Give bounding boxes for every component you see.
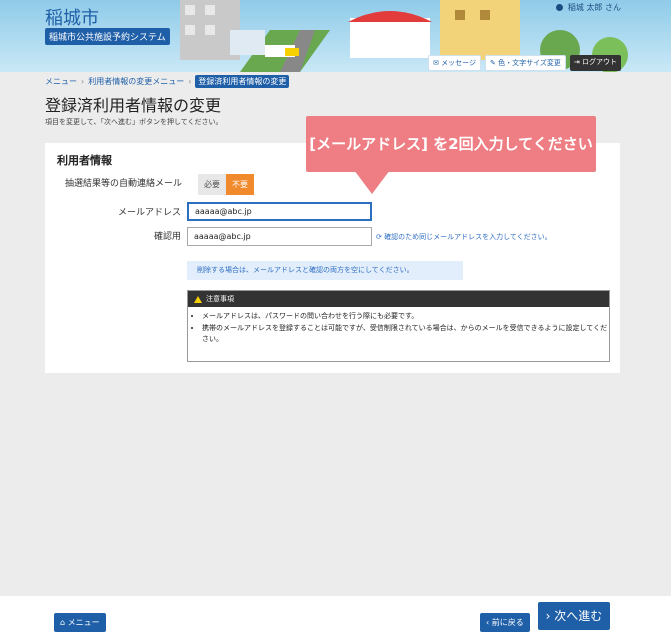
system-name-badge: 稲城市公共施設予約システム — [45, 28, 170, 45]
warning-icon — [194, 295, 202, 303]
toggle-need[interactable]: 必要 — [198, 174, 226, 195]
breadcrumb: メニュー › 利用者情報の変更メニュー › 登録済利用者情報の変更 — [45, 75, 290, 88]
user-icon — [556, 4, 564, 11]
confirm-email-input[interactable] — [187, 227, 372, 246]
callout-text: [メールアドレス] を2回入力してください — [309, 135, 593, 153]
breadcrumb-menu[interactable]: メニュー — [45, 76, 77, 87]
message-icon: ✉ — [433, 59, 442, 67]
caution-item: メールアドレスは、パスワードの問い合わせを行う際にも必要です。 — [202, 311, 609, 322]
notify-mail-label: 抽選結果等の自動連絡メール — [65, 179, 183, 189]
header-banner: 稲城市 稲城市公共施設予約システム 稲城 太郎 さん ✉ メッセージ ✎ 色・文… — [0, 0, 671, 72]
caution-item: 携帯のメールアドレスを登録することは可能ですが、受信制限されている場合は、からの… — [202, 323, 609, 345]
user-info: 稲城 太郎 さん — [556, 2, 621, 13]
breadcrumb-separator: › — [188, 77, 192, 86]
page-description: 項目を変更して、「次へ進む」ボタンを押してください。 — [45, 118, 223, 126]
notify-mail-toggle: 必要 不要 — [198, 174, 254, 195]
logout-label: ログアウト — [582, 58, 617, 66]
pen-icon: ✎ — [490, 59, 499, 67]
next-button-label: 次へ進む — [554, 609, 603, 623]
email-label: メールアドレス — [117, 208, 181, 218]
caution-list: メールアドレスは、パスワードの問い合わせを行う際にも必要です。 携帯のメールアド… — [188, 311, 609, 345]
refresh-icon: ⟳ — [376, 233, 385, 241]
callout-tail — [354, 170, 390, 194]
page-title: 登録済利用者情報の変更 — [45, 96, 222, 115]
delete-note: 削除する場合は、メールアドレスと確認の両方を空にしてください。 — [187, 261, 463, 280]
color-size-label: 色・文字サイズ変更 — [498, 59, 561, 67]
menu-button-label: メニュー — [67, 618, 100, 627]
instruction-callout: [メールアドレス] を2回入力してください — [306, 116, 596, 172]
chevron-right-icon: › — [545, 609, 555, 623]
logout-icon: ⇥ — [573, 58, 582, 66]
toggle-noneed[interactable]: 不要 — [226, 174, 254, 195]
section-title: 利用者情報 — [57, 154, 112, 167]
next-button[interactable]: › 次へ進む — [538, 602, 610, 630]
home-icon: ⌂ — [60, 618, 68, 627]
breadcrumb-user-info-menu[interactable]: 利用者情報の変更メニュー — [88, 76, 184, 87]
menu-button[interactable]: ⌂ メニュー — [54, 613, 106, 632]
confirm-hint-text: 確認のため同じメールアドレスを入力してください。 — [384, 233, 552, 241]
color-size-button[interactable]: ✎ 色・文字サイズ変更 — [485, 55, 566, 71]
caution-box: 注意事項 メールアドレスは、パスワードの問い合わせを行う際にも必要です。 携帯の… — [187, 290, 610, 362]
logout-button[interactable]: ⇥ ログアウト — [569, 55, 621, 71]
caution-header: 注意事項 — [188, 291, 609, 307]
header-toolbar: ✉ メッセージ ✎ 色・文字サイズ変更 ⇥ ログアウト — [428, 55, 621, 71]
confirm-label: 確認用 — [153, 232, 181, 242]
confirm-hint: ⟳ 確認のため同じメールアドレスを入力してください。 — [376, 232, 552, 242]
city-title: 稲城市 — [45, 8, 99, 29]
message-button[interactable]: ✉ メッセージ — [428, 55, 482, 71]
email-input[interactable] — [187, 202, 372, 221]
caution-title: 注意事項 — [206, 295, 234, 303]
breadcrumb-current: 登録済利用者情報の変更 — [195, 75, 290, 88]
user-name: 稲城 太郎 さん — [567, 3, 621, 12]
back-button[interactable]: ‹ 前に戻る — [480, 613, 530, 632]
message-label: メッセージ — [441, 59, 477, 67]
breadcrumb-separator: › — [81, 77, 85, 86]
back-button-label: 前に戻る — [491, 618, 524, 627]
